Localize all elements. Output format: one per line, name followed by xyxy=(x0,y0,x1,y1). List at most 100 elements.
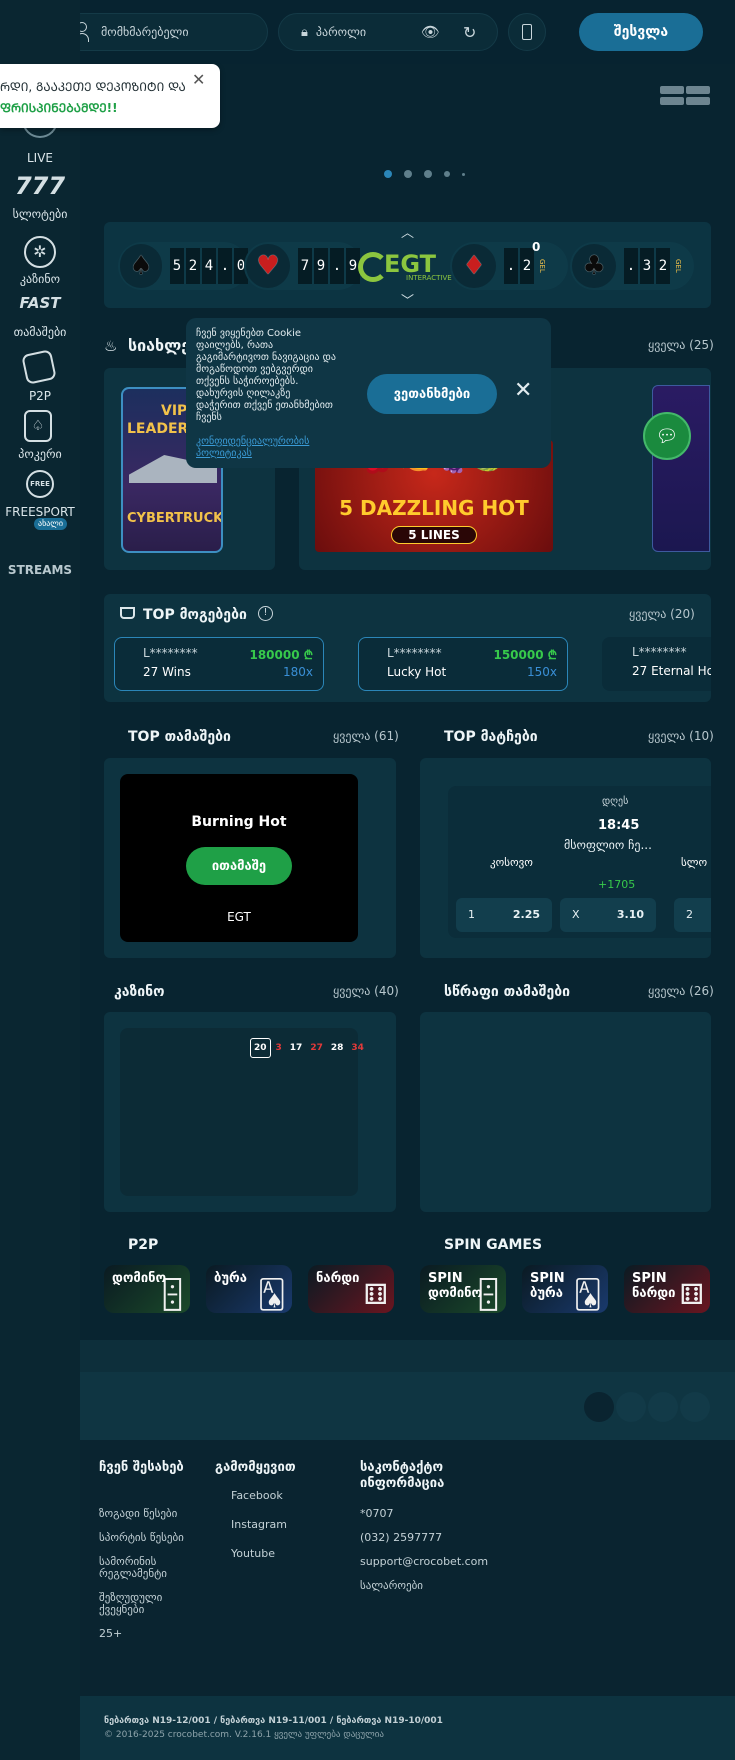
fast-games-all-link[interactable]: ყველა (26) xyxy=(648,984,714,998)
mini-game-card[interactable]: ⚅ ნარდი xyxy=(308,1265,394,1313)
match-card[interactable]: დღეს 18:45 მსოფლიო ჩე... კოსოვო სლო +170… xyxy=(448,786,711,938)
partner-logo[interactable] xyxy=(680,1392,710,1422)
sidebar-item-streams[interactable]: STREAMS xyxy=(0,563,80,577)
username-field[interactable]: მომხმარებელი xyxy=(62,13,268,51)
promo-line-1: ᲠᲓᲘ, ᲒᲐᲐᲙᲔᲗᲔ ᲓᲔᲞᲝᲖᲘᲢᲘ ᲓᲐ xyxy=(0,80,186,94)
top-wins-all-link[interactable]: ყველა (20) xyxy=(629,607,695,621)
match-competition: მსოფლიო ჩე... xyxy=(564,838,652,852)
roulette-table-card[interactable]: 20 3 17 27 28 34 xyxy=(120,1028,364,1196)
contact-item[interactable]: სალაროები xyxy=(360,1580,488,1592)
chat-button[interactable]: 💬︎ xyxy=(643,412,691,460)
slots-777-icon: 777 xyxy=(14,172,66,200)
partner-logo[interactable] xyxy=(584,1392,614,1422)
roulette-icon: ✲ xyxy=(24,236,56,268)
footer-link[interactable]: სპორტის წესები xyxy=(99,1532,189,1544)
close-icon[interactable]: ✕ xyxy=(192,70,205,89)
social-link[interactable]: Instagram xyxy=(231,1519,287,1531)
win-card[interactable]: L******** 180000 ₾ 27 Wins 180x xyxy=(114,637,324,691)
pagination-dot[interactable] xyxy=(462,172,465,176)
partner-logo[interactable] xyxy=(648,1392,678,1422)
match-day: დღეს xyxy=(602,796,629,807)
sidebar-item-slots[interactable]: სლოტები xyxy=(0,207,80,221)
odd-button[interactable]: 1 2.25 xyxy=(456,898,552,932)
sidebar-item-casino[interactable]: კაზინო xyxy=(0,272,80,286)
casino-all-link[interactable]: ყველა (40) xyxy=(333,984,399,998)
login-button[interactable]: შესვლა xyxy=(579,13,703,51)
pagination-dot[interactable] xyxy=(444,171,450,177)
jackpot-counter[interactable]: ♥ 7 9. 9 xyxy=(244,242,362,290)
suit-icon: ♥ xyxy=(246,244,290,288)
pagination-dot[interactable] xyxy=(424,170,432,178)
chevron-down-icon[interactable]: ﹀ xyxy=(401,290,414,309)
footer-link[interactable]: ზოგადი წესები xyxy=(99,1508,189,1520)
pagination-dot[interactable] xyxy=(404,170,412,178)
sidebar-item-live[interactable]: LIVE xyxy=(0,151,80,165)
sidebar-item-freesport[interactable]: FREESPORT xyxy=(0,505,80,519)
jackpot-counter[interactable]: ♦. 2 GEL 0 xyxy=(450,240,568,290)
win-card[interactable]: L******** 150000 ₾ Lucky Hot 150x xyxy=(358,637,568,691)
sidebar-item-fast-games[interactable]: თამაშები xyxy=(0,325,80,339)
jackpot-digit: 2 xyxy=(656,248,670,284)
contact-item[interactable]: *0707 xyxy=(360,1508,488,1520)
chevron-up-icon[interactable]: ︿ xyxy=(401,222,414,241)
mini-game-card[interactable]: 🁫 SPIN დომინო xyxy=(420,1265,506,1313)
username-placeholder: მომხმარებელი xyxy=(101,25,189,39)
privacy-policy-link[interactable]: კონფიდენციალურობის პოლიტიკას xyxy=(196,436,309,460)
jackpot-counter[interactable]: ♣. 3 2 GEL xyxy=(570,242,694,290)
game-card-burning-hot[interactable]: Burning Hot ითამაშე EGT xyxy=(120,774,358,942)
game-card-title: Burning Hot xyxy=(191,814,287,830)
promo-line-2[interactable]: ᲤᲠᲘᲡᲞᲘᲜᲔᲑᲐᲛᲓᲔ!! xyxy=(0,99,118,116)
partner-logo[interactable] xyxy=(616,1392,646,1422)
jackpot-digit: 3 xyxy=(640,248,654,284)
mini-game-card[interactable]: ⚅ SPIN ნარდი xyxy=(624,1265,710,1313)
license-text: ნებართვა N19-12/001 / ნებართვა N19-11/00… xyxy=(104,1716,443,1726)
spin-games-title: SPIN GAMES xyxy=(444,1237,543,1253)
odd-button[interactable]: X 3.10 xyxy=(560,898,656,932)
social-link[interactable]: Youtube xyxy=(231,1548,287,1560)
sidebar-item-p2p[interactable]: P2P xyxy=(0,389,80,403)
contact-item[interactable]: support@crocobet.com xyxy=(360,1556,488,1568)
top-matches-all-link[interactable]: ყველა (10) xyxy=(648,729,714,743)
odd-button[interactable]: 2 xyxy=(674,898,711,932)
dazzling-lines-badge: 5 LINES xyxy=(391,526,477,544)
freesport-icon: FREE xyxy=(26,470,54,498)
accept-cookies-button[interactable]: ვეთანხმები xyxy=(367,374,497,414)
mini-game-label: დომინო xyxy=(112,1271,167,1286)
roulette-number: 20 xyxy=(250,1038,271,1058)
footer-link[interactable]: შეზღუდული ქვეყნები xyxy=(99,1592,189,1616)
next-promo-card[interactable] xyxy=(652,385,710,552)
grid-view-icon[interactable] xyxy=(660,86,710,106)
trophy-icon xyxy=(120,607,135,619)
pagination-dot[interactable] xyxy=(384,170,392,178)
footer-about-title: ჩვენ შესახებ xyxy=(99,1460,184,1475)
eye-icon[interactable]: 👁︎ xyxy=(421,23,440,41)
footer-link[interactable]: 25+ xyxy=(99,1628,189,1640)
social-link[interactable]: Facebook xyxy=(231,1490,287,1502)
match-more-markets[interactable]: +1705 xyxy=(598,878,635,891)
jackpot-digit: 9 xyxy=(314,248,328,284)
top-games-all-link[interactable]: ყველა (61) xyxy=(333,729,399,743)
cookie-text: ჩვენ ვიყენებთ Cookie ფაილებს, რათა გაგიმ… xyxy=(196,328,336,423)
footer-link[interactable]: სამორინის რეგლამენტი xyxy=(99,1556,189,1580)
sidebar-item-poker[interactable]: პოკერი xyxy=(0,447,80,461)
jackpot-digit: 4 xyxy=(202,248,216,284)
jackpot-currency: GEL xyxy=(674,259,682,273)
info-icon[interactable]: ! xyxy=(258,606,273,621)
contact-item[interactable]: (032) 2597777 xyxy=(360,1532,488,1544)
password-field[interactable]: 🔒︎ პაროლი 👁︎ ↻ xyxy=(278,13,498,51)
cybertruck-label: CYBERTRUCK! xyxy=(127,511,223,526)
suit-icon: ♣ xyxy=(572,244,616,288)
list-section-all-link[interactable]: ყველა (25) xyxy=(648,338,714,352)
mobile-button[interactable] xyxy=(508,13,546,51)
close-cookie-icon[interactable]: ✕ xyxy=(514,378,532,403)
jackpot-counter[interactable]: ♠ 5 2 4. 0 xyxy=(118,242,248,290)
fire-icon: ♨ xyxy=(104,337,118,355)
play-button[interactable]: ითამაშე xyxy=(186,847,292,885)
mini-game-card[interactable]: 🂡 ბურა xyxy=(206,1265,292,1313)
win-card[interactable]: L******** 27 Eternal Hot xyxy=(602,637,711,691)
jackpot-digit: 5 xyxy=(170,248,184,284)
copyright-text: © 2016-2025 crocobet.com. V.2.16.1 ყველა… xyxy=(104,1730,384,1740)
refresh-icon[interactable]: ↻ xyxy=(463,23,476,42)
mini-game-card[interactable]: 🂡 SPIN ბურა xyxy=(522,1265,608,1313)
mini-game-card[interactable]: 🁫 დომინო xyxy=(104,1265,190,1313)
